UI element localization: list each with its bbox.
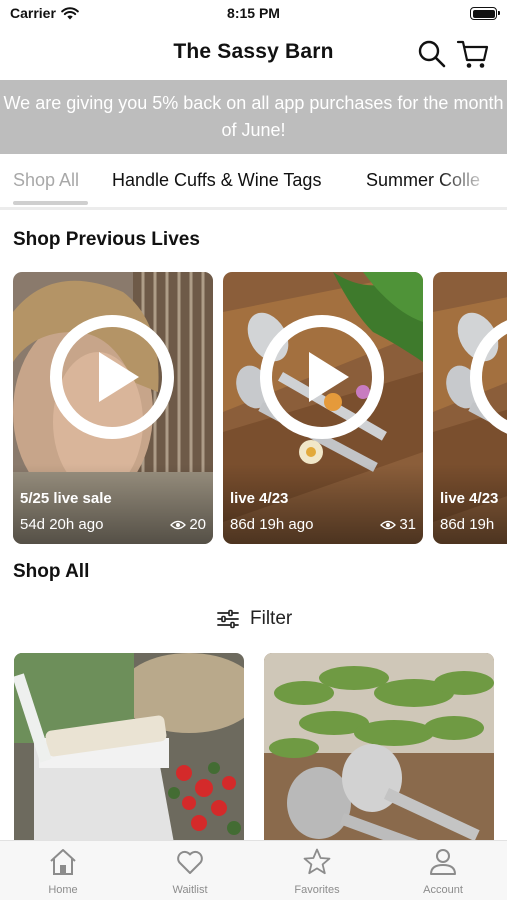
heart-icon: [177, 850, 203, 874]
section-heading-shop-all: Shop All: [13, 561, 90, 582]
tab-indicator: [13, 201, 88, 205]
tab-handle-cuffs[interactable]: Handle Cuffs & Wine Tags: [112, 170, 321, 191]
live-views: 31: [380, 516, 416, 533]
tabbar-item-home[interactable]: Home: [0, 841, 126, 900]
play-icon[interactable]: [49, 314, 175, 440]
tabbar-label: Waitlist: [172, 884, 208, 896]
tabbar-item-account[interactable]: Account: [380, 841, 506, 900]
view-count: 31: [399, 516, 416, 533]
live-views: 20: [170, 516, 206, 533]
tabbar-label: Favorites: [294, 884, 340, 896]
section-heading-lives: Shop Previous Lives: [13, 229, 200, 250]
sliders-icon: [217, 609, 239, 629]
person-icon: [430, 849, 456, 875]
product-card[interactable]: [14, 653, 244, 843]
promo-banner: We are giving you 5% back on all app pur…: [0, 80, 507, 154]
status-time: 8:15 PM: [227, 5, 280, 21]
play-icon[interactable]: [469, 314, 507, 440]
lives-carousel: 5/25 live sale 54d 20h ago 20 live 4/23 …: [0, 272, 507, 544]
product-card[interactable]: [264, 653, 494, 843]
status-bar: Carrier 8:15 PM: [0, 0, 507, 30]
product-image: [14, 653, 244, 843]
tabbar-label: Home: [48, 884, 78, 896]
live-card[interactable]: live 4/23 86d 19h: [433, 272, 507, 544]
category-tabs: Shop All Handle Cuffs & Wine Tags Summer…: [0, 154, 507, 210]
eye-icon: [170, 520, 187, 529]
view-count: 20: [189, 516, 206, 533]
filter-label: Filter: [250, 608, 293, 629]
live-title: live 4/23: [230, 490, 289, 507]
tabs-divider: [0, 207, 507, 210]
nav-bar: The Sassy Barn: [0, 30, 507, 80]
live-age: 86d 19h: [440, 516, 495, 533]
tabbar-item-waitlist[interactable]: Waitlist: [127, 841, 253, 900]
tab-fade: [437, 154, 507, 210]
battery-icon: [470, 7, 500, 20]
tabbar-label: Account: [423, 884, 463, 896]
cart-icon[interactable]: [456, 37, 490, 71]
product-image: [264, 653, 494, 843]
live-title: 5/25 live sale: [20, 490, 112, 507]
play-icon[interactable]: [259, 314, 385, 440]
eye-icon: [380, 520, 397, 529]
live-card[interactable]: 5/25 live sale 54d 20h ago 20: [13, 272, 213, 544]
filter-button[interactable]: Filter: [216, 605, 292, 633]
tabbar-item-favorites[interactable]: Favorites: [254, 841, 380, 900]
tab-shop-all[interactable]: Shop All: [13, 170, 79, 191]
live-card[interactable]: live 4/23 86d 19h ago 31: [223, 272, 423, 544]
live-title: live 4/23: [440, 490, 499, 507]
bottom-tab-bar: Home Waitlist Favorites Account: [0, 840, 507, 900]
star-icon: [303, 848, 331, 875]
search-icon[interactable]: [416, 38, 448, 70]
live-age: 86d 19h ago: [230, 516, 314, 533]
live-age: 54d 20h ago: [20, 516, 104, 533]
home-icon: [50, 849, 76, 875]
